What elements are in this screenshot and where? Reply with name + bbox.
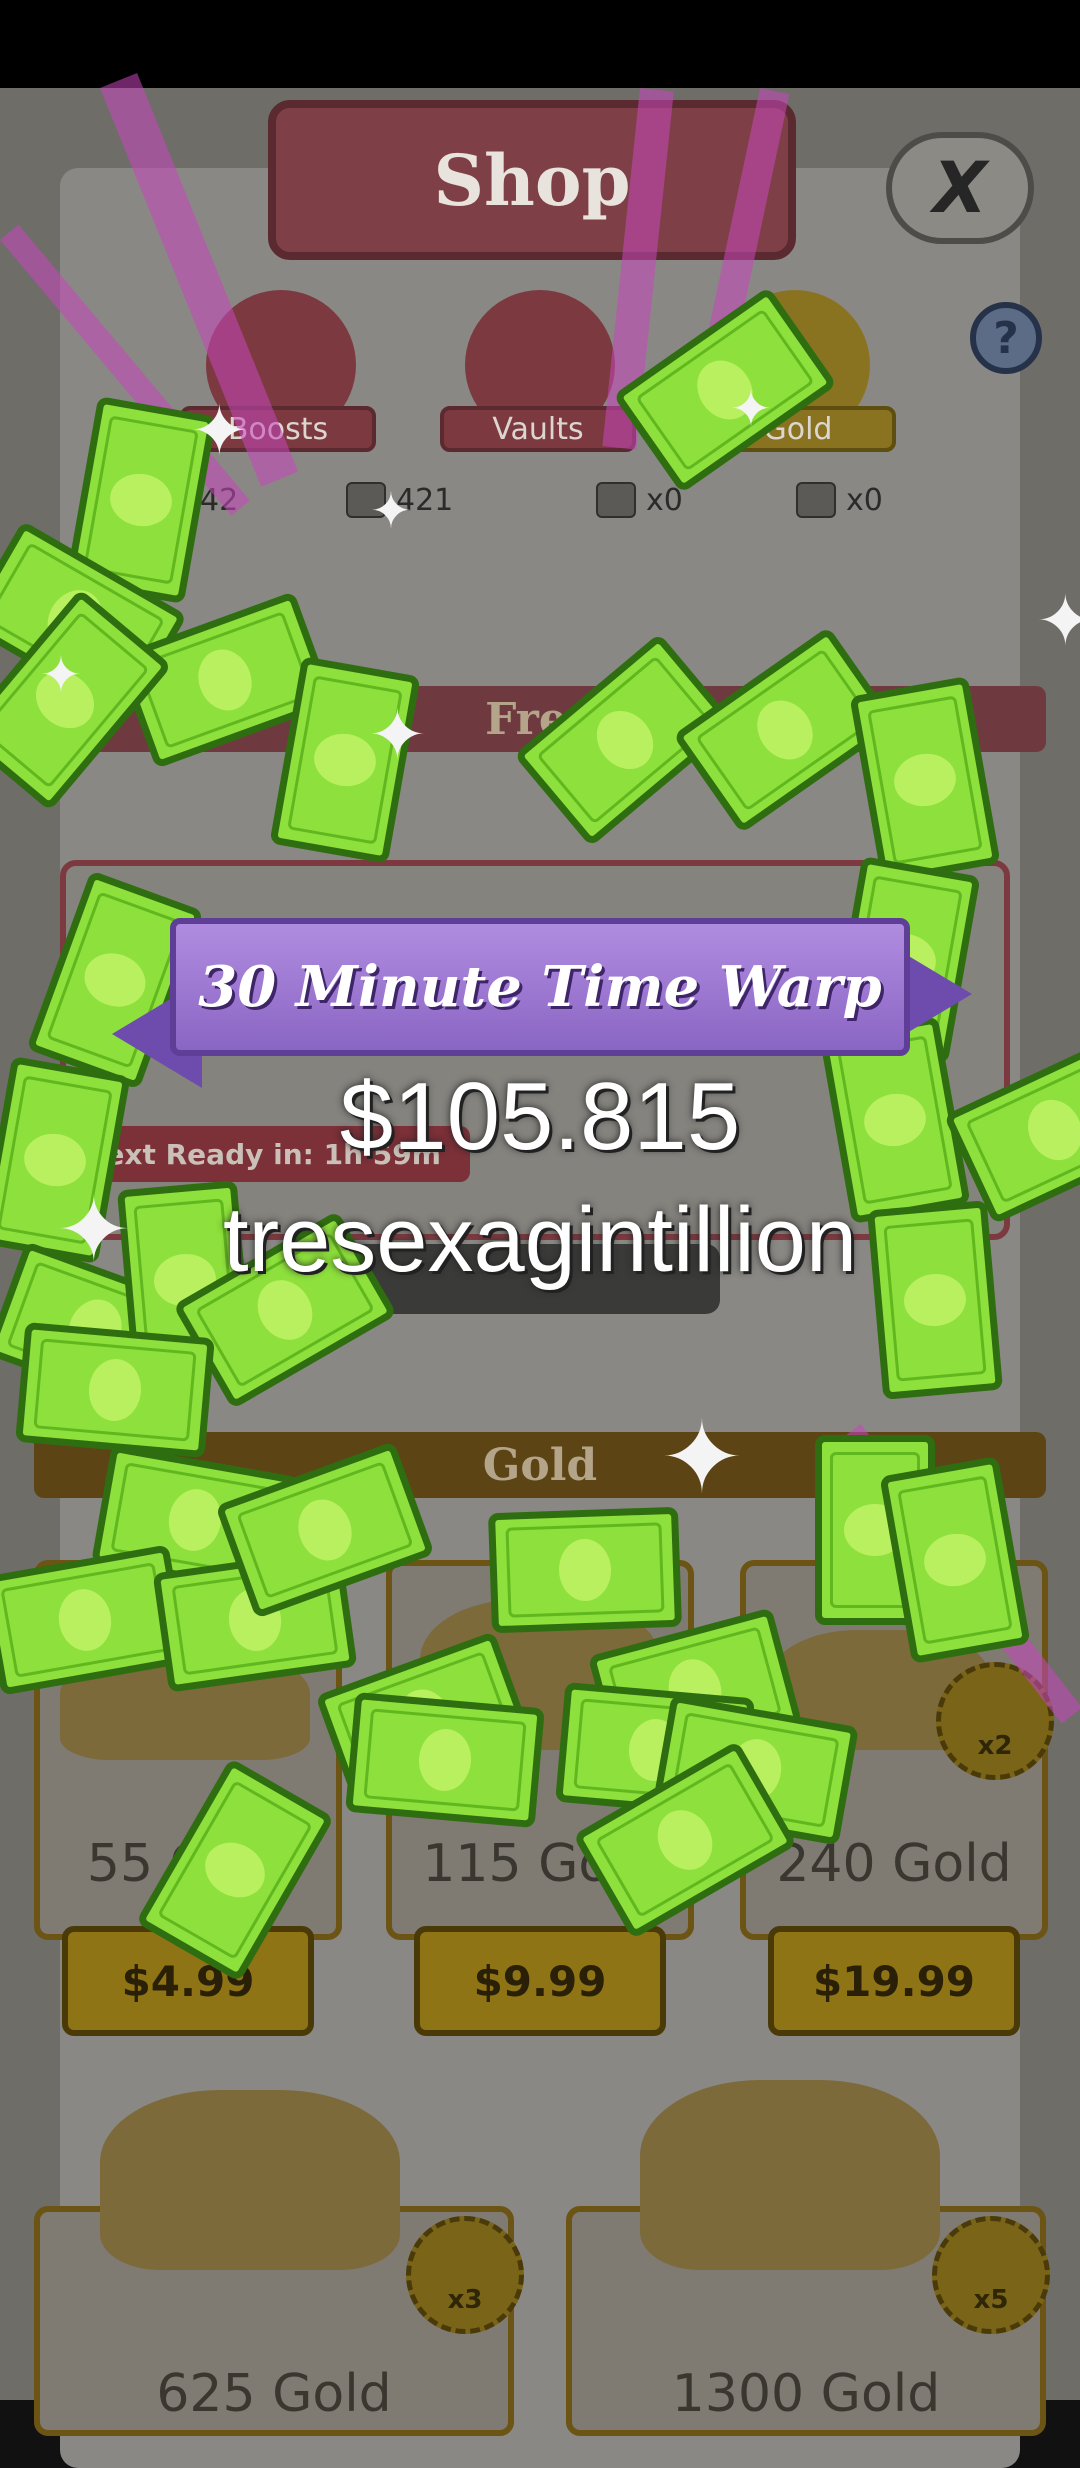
sparkle-icon: ✦ [40,646,82,704]
money-bag-icon [596,482,636,518]
mascot-badge-icon: x5 [932,2216,1050,2334]
sparkle-icon: ✦ [190,390,249,472]
gold-amount: 1300 Gold [671,2364,941,2424]
money-bill-icon [487,1506,683,1634]
sparkle-icon: ✦ [368,694,427,776]
reward-title-ribbon: 30 Minute Time Warp [170,918,910,1056]
help-button[interactable]: ? [970,302,1042,374]
money-bill-icon [15,1321,215,1459]
gold-amount: 625 Gold [156,2364,392,2424]
sparkle-icon: ✦ [660,1399,744,1516]
reward-unit: tresexagintillion [222,1189,858,1291]
treasure-cart-icon [640,2080,940,2270]
shop-title: Shop [268,100,796,260]
price-button[interactable]: $19.99 [768,1926,1020,2036]
mystery-box-counter: x0 [796,482,883,518]
price-button[interactable]: $9.99 [414,1926,666,2036]
mystery-box-count: x0 [846,482,883,518]
money-bag-counter: x0 [596,482,683,518]
status-bar [0,0,1080,88]
close-button[interactable]: X [886,132,1034,244]
money-bill-icon [345,1691,545,1829]
reward-amount: $105.815 [339,1063,741,1170]
sparkle-icon: ✦ [370,482,412,540]
sparkle-icon: ✦ [730,380,772,438]
mystery-box-icon [796,482,836,518]
sparkle-icon: ✦ [1036,580,1080,662]
mascot-badge-icon: x3 [406,2216,524,2334]
wheelbarrow-gold-icon [100,2090,400,2270]
